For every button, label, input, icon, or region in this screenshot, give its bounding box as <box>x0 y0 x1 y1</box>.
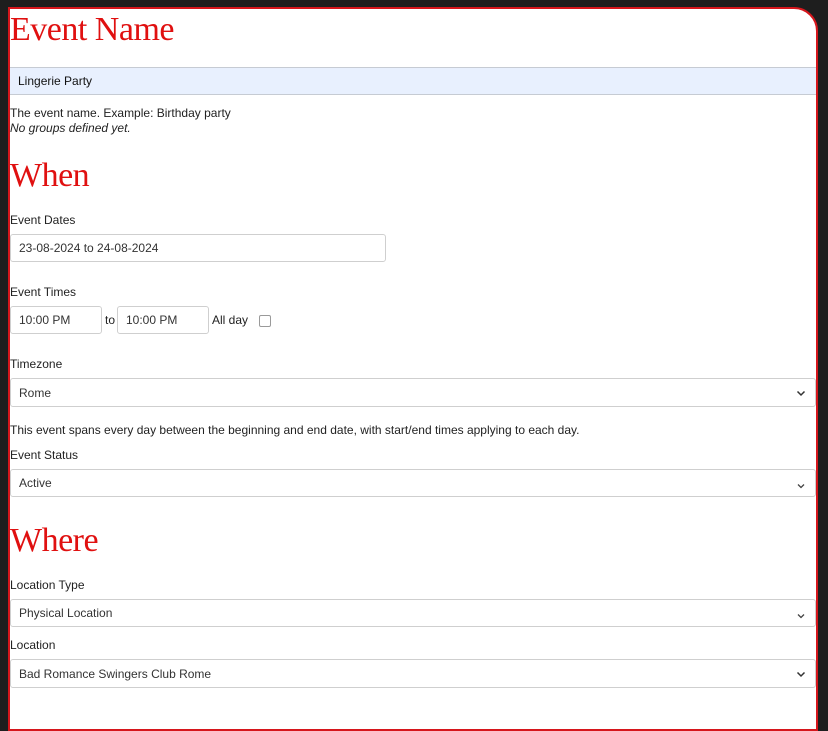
section-title-event-name: Event Name <box>10 11 175 48</box>
location-value: Bad Romance Swingers Club Rome <box>19 666 212 681</box>
location-type-label: Location Type <box>10 578 85 592</box>
event-status-label: Event Status <box>10 448 79 462</box>
event-dates-input[interactable]: 23-08-2024 to 24-08-2024 <box>10 234 386 262</box>
event-times-label: Event Times <box>10 285 77 299</box>
timezone-select[interactable]: Rome <box>10 378 816 407</box>
event-name-help: The event name. Example: Birthday party <box>10 106 231 120</box>
location-select[interactable]: Bad Romance Swingers Club Rome <box>10 659 816 688</box>
section-title-when: When <box>10 157 90 194</box>
all-day-checkbox[interactable] <box>259 315 271 327</box>
event-status-select[interactable]: Active <box>10 469 816 497</box>
start-time-input[interactable]: 10:00 PM <box>10 306 102 334</box>
groups-note: No groups defined yet. <box>10 121 131 135</box>
chevron-down-icon <box>797 483 805 488</box>
chevron-down-icon <box>797 613 805 618</box>
timezone-label: Timezone <box>10 357 63 371</box>
end-time-input[interactable]: 10:00 PM <box>117 306 209 334</box>
all-day-label: All day <box>212 313 249 327</box>
event-span-note: This event spans every day between the b… <box>10 423 580 437</box>
timezone-value: Rome <box>19 385 52 400</box>
time-to-label: to <box>105 313 116 327</box>
chevron-down-icon <box>796 390 806 396</box>
location-label: Location <box>10 638 56 652</box>
event-form-panel: Event Name Lingerie Party The event name… <box>8 7 818 731</box>
location-type-value: Physical Location <box>19 606 113 620</box>
event-status-value: Active <box>19 476 52 490</box>
event-name-input[interactable]: Lingerie Party <box>10 67 816 95</box>
event-dates-label: Event Dates <box>10 213 76 227</box>
section-title-where: Where <box>10 522 99 559</box>
chevron-down-icon <box>796 671 806 677</box>
location-type-select[interactable]: Physical Location <box>10 599 816 627</box>
